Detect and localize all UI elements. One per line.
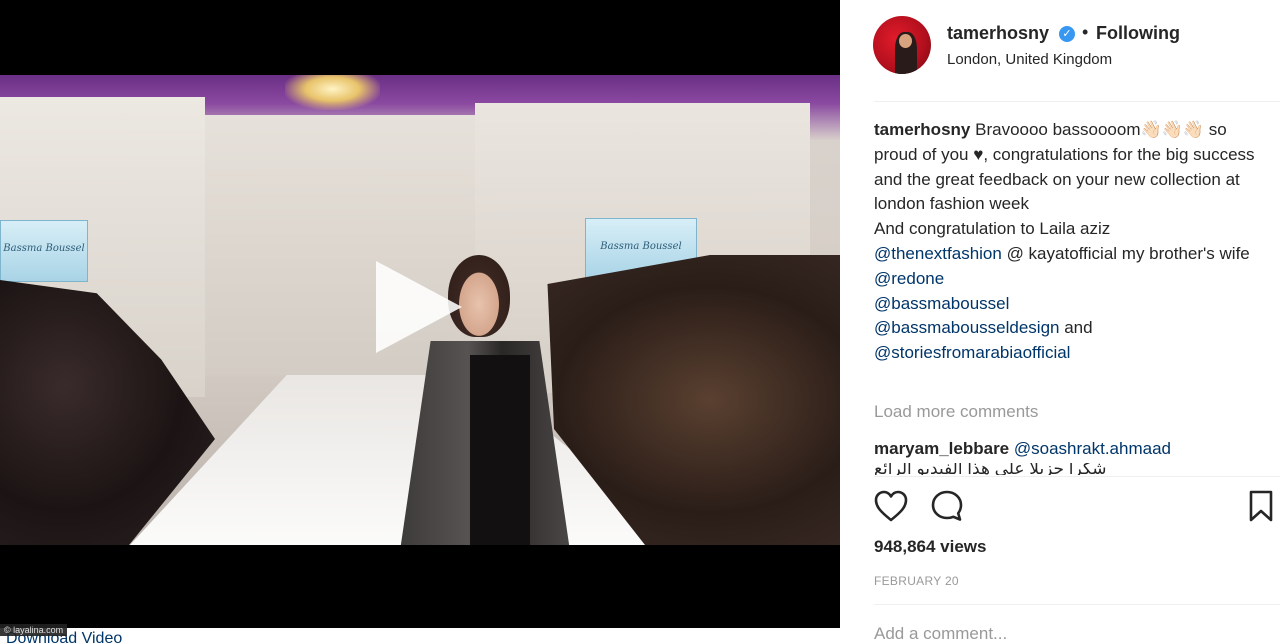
avatar[interactable]: [873, 16, 931, 74]
caption-username[interactable]: tamerhosny: [874, 120, 970, 139]
verified-icon: ✓: [1059, 26, 1075, 42]
mention-link[interactable]: @thenextfashion: [874, 244, 1002, 263]
mention-link[interactable]: @bassmaboussel: [874, 294, 1009, 313]
separator-dot: •: [1082, 22, 1089, 42]
post-username[interactable]: tamerhosny: [947, 23, 1049, 44]
instagram-post: Bassma Boussel Bassma Boussel Download V…: [0, 0, 1280, 644]
add-comment-input[interactable]: Add a comment...: [874, 624, 1007, 644]
comment-text-clipped: شكرا جزيلا على هذا الفيديو الرائع: [874, 463, 1107, 475]
divider: [874, 476, 1280, 477]
video-player[interactable]: Bassma Boussel Bassma Boussel: [0, 0, 840, 628]
mention-link[interactable]: @soashrakt.ahmaad: [1014, 439, 1171, 458]
comment: maryam_lebbare @soashrakt.ahmaad: [874, 439, 1171, 459]
load-more-comments-button[interactable]: Load more comments: [874, 402, 1038, 422]
post-date: FEBRUARY 20: [874, 574, 959, 588]
location-link[interactable]: London, United Kingdom: [947, 51, 1112, 68]
post-caption: tamerhosny Bravoooo bassoooom👋🏻👋🏻👋🏻 so p…: [874, 120, 1255, 363]
divider: [874, 604, 1280, 605]
chandelier: [285, 75, 380, 110]
heart-icon[interactable]: [873, 489, 909, 523]
following-button[interactable]: Following: [1096, 23, 1180, 44]
view-count[interactable]: 948,864 views: [874, 537, 986, 557]
bookmark-icon[interactable]: [1248, 489, 1274, 523]
watermark: © layalina.com: [0, 624, 68, 636]
post-sidebar: tamerhosny ✓ • Following London, United …: [840, 0, 1280, 644]
backdrop-screen-left: Bassma Boussel: [0, 220, 88, 282]
mention-link[interactable]: @storiesfromarabiaofficial: [874, 343, 1070, 362]
divider: [874, 101, 1280, 102]
comment-username[interactable]: maryam_lebbare: [874, 439, 1009, 458]
mention-link[interactable]: @bassmabousseldesign: [874, 318, 1059, 337]
comment-icon[interactable]: [930, 489, 964, 523]
mention-link[interactable]: @redone: [874, 269, 944, 288]
play-icon[interactable]: [376, 261, 462, 353]
